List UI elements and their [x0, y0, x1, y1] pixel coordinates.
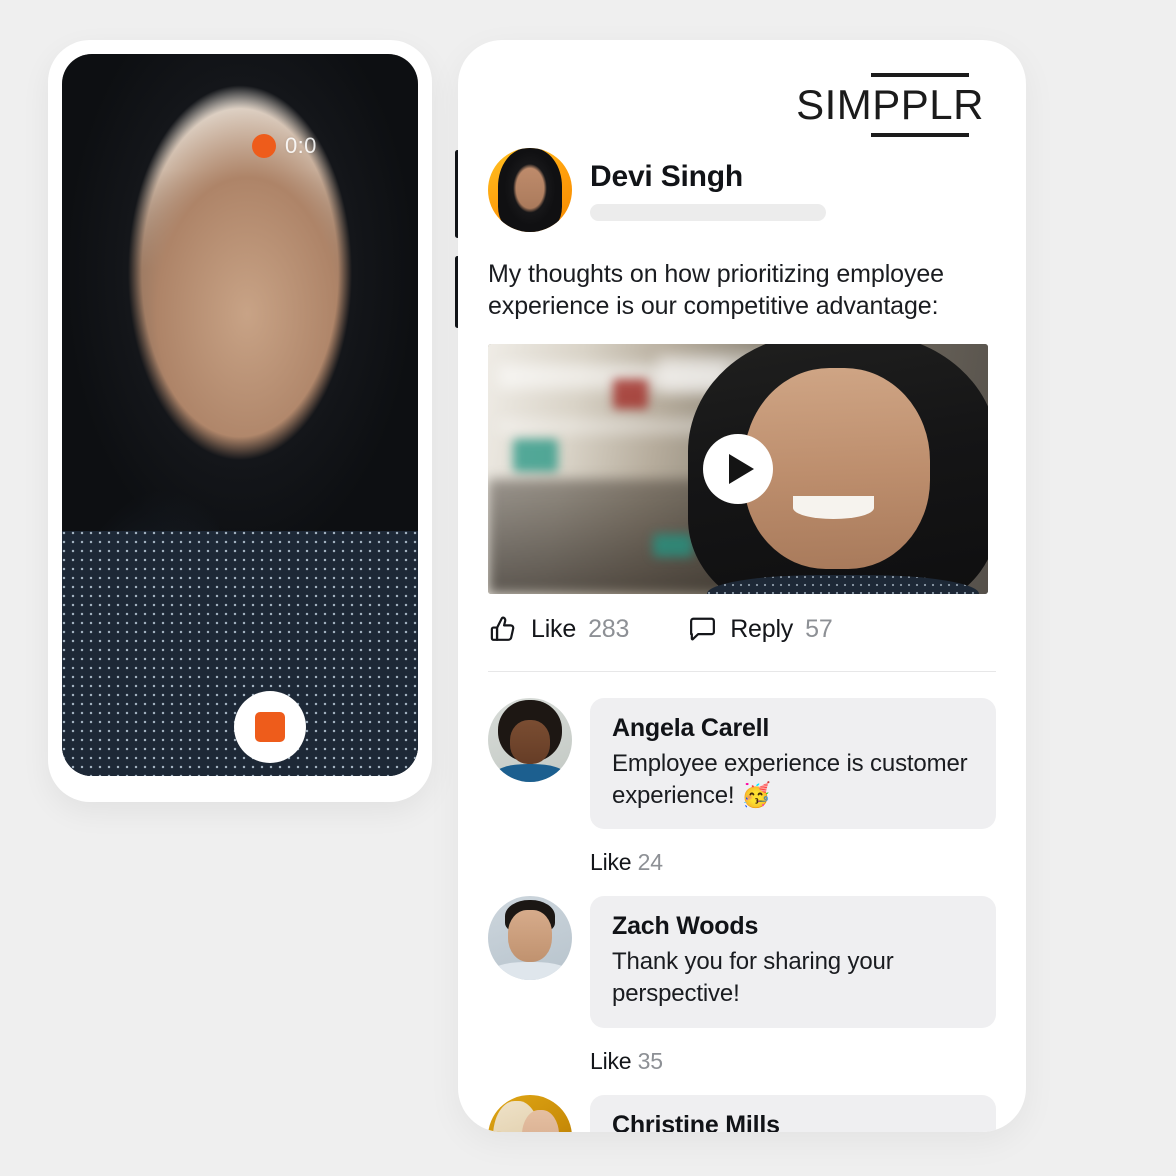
logo-underline-bar — [871, 133, 969, 137]
video-bg-accent — [613, 379, 648, 409]
avatar-shirt — [491, 961, 569, 981]
comment-like-label: Like — [590, 1047, 632, 1074]
actions-divider — [488, 671, 996, 672]
brand-logo: SIMPPLR — [488, 73, 996, 137]
comment-like-button[interactable]: Like 24 — [590, 835, 996, 896]
christine-mills-avatar[interactable] — [488, 1094, 572, 1132]
simpplr-wordmark: SIMPPLR — [796, 73, 984, 137]
avatar-image — [488, 148, 572, 232]
recording-timer: 0:0 — [285, 133, 317, 158]
video-subject-smile — [793, 496, 874, 519]
angela-carell-avatar[interactable] — [488, 698, 572, 782]
comment-author-name: Angela Carell — [612, 714, 770, 742]
video-bg-accent — [653, 534, 693, 557]
zach-woods-avatar[interactable] — [488, 896, 572, 981]
comment-item: Angela Carell Employee experience is cus… — [488, 698, 996, 830]
post-like-button[interactable]: Like 283 — [488, 614, 629, 645]
post-reply-button[interactable]: Reply 57 — [687, 614, 833, 645]
stop-square-icon — [255, 712, 285, 742]
post-video-thumbnail[interactable] — [488, 344, 988, 594]
comment-like-count: 35 — [637, 1047, 663, 1074]
post-like-label: Like — [531, 615, 577, 643]
comment-bubble: Zach Woods Thank you for sharing your pe… — [590, 896, 996, 1028]
comment-author-name: Christine Mills — [612, 1110, 780, 1132]
comment-text: Thank you for sharing your perspective! — [612, 948, 894, 1008]
comment-author-name: Zach Woods — [612, 912, 759, 941]
simpplr-wordmark-text: SIMPPLR — [796, 81, 984, 128]
post-body-text: My thoughts on how prioritizing employee… — [488, 260, 944, 320]
devi-singh-avatar[interactable] — [488, 148, 572, 232]
video-bg-accent — [513, 439, 558, 472]
post-header: Devi Singh — [488, 148, 996, 232]
recording-indicator: 0:0 — [252, 133, 317, 159]
comment-text: Employee experience is customer experien… — [612, 750, 968, 809]
post-author-name: Devi Singh — [590, 159, 744, 193]
comment-like-button[interactable]: Like 35 — [590, 1034, 996, 1095]
post-actions: Like 283 Reply 57 — [488, 614, 996, 671]
comment-like-count: 24 — [637, 849, 663, 876]
screenshot-stage: 0:0 SIMPPLR Devi Singh My thoughts on ho… — [0, 0, 1176, 1176]
post-reply-count: 57 — [805, 615, 833, 643]
post-reply-label: Reply — [730, 615, 794, 643]
post-meta-placeholder — [590, 203, 826, 221]
logo-overline-bar — [871, 73, 969, 77]
avatar-shirt — [494, 763, 566, 782]
recorder-screen: 0:0 — [62, 54, 418, 776]
recorder-camera-preview — [62, 54, 418, 776]
comment-bubble: Angela Carell Employee experience is cus… — [590, 698, 996, 830]
avatar-image — [488, 1094, 572, 1132]
speech-bubble-icon — [690, 617, 716, 641]
post-like-count: 283 — [588, 615, 630, 643]
feed-phone: SIMPPLR Devi Singh My thoughts on how pr… — [458, 40, 1026, 1132]
thumbs-up-icon — [490, 616, 515, 641]
comment-like-label: Like — [590, 849, 632, 876]
play-button[interactable] — [703, 434, 773, 504]
comment-item: Zach Woods Thank you for sharing your pe… — [488, 896, 996, 1028]
post-author-block: Devi Singh — [590, 160, 826, 221]
play-icon — [729, 454, 754, 484]
comment-bubble: Christine Mills @Devi Singh love this! — [590, 1094, 996, 1132]
comment-item: Christine Mills @Devi Singh love this! — [488, 1094, 996, 1132]
stop-record-button[interactable] — [234, 691, 306, 763]
record-dot-icon — [252, 134, 276, 158]
video-recorder-phone: 0:0 — [48, 40, 432, 802]
